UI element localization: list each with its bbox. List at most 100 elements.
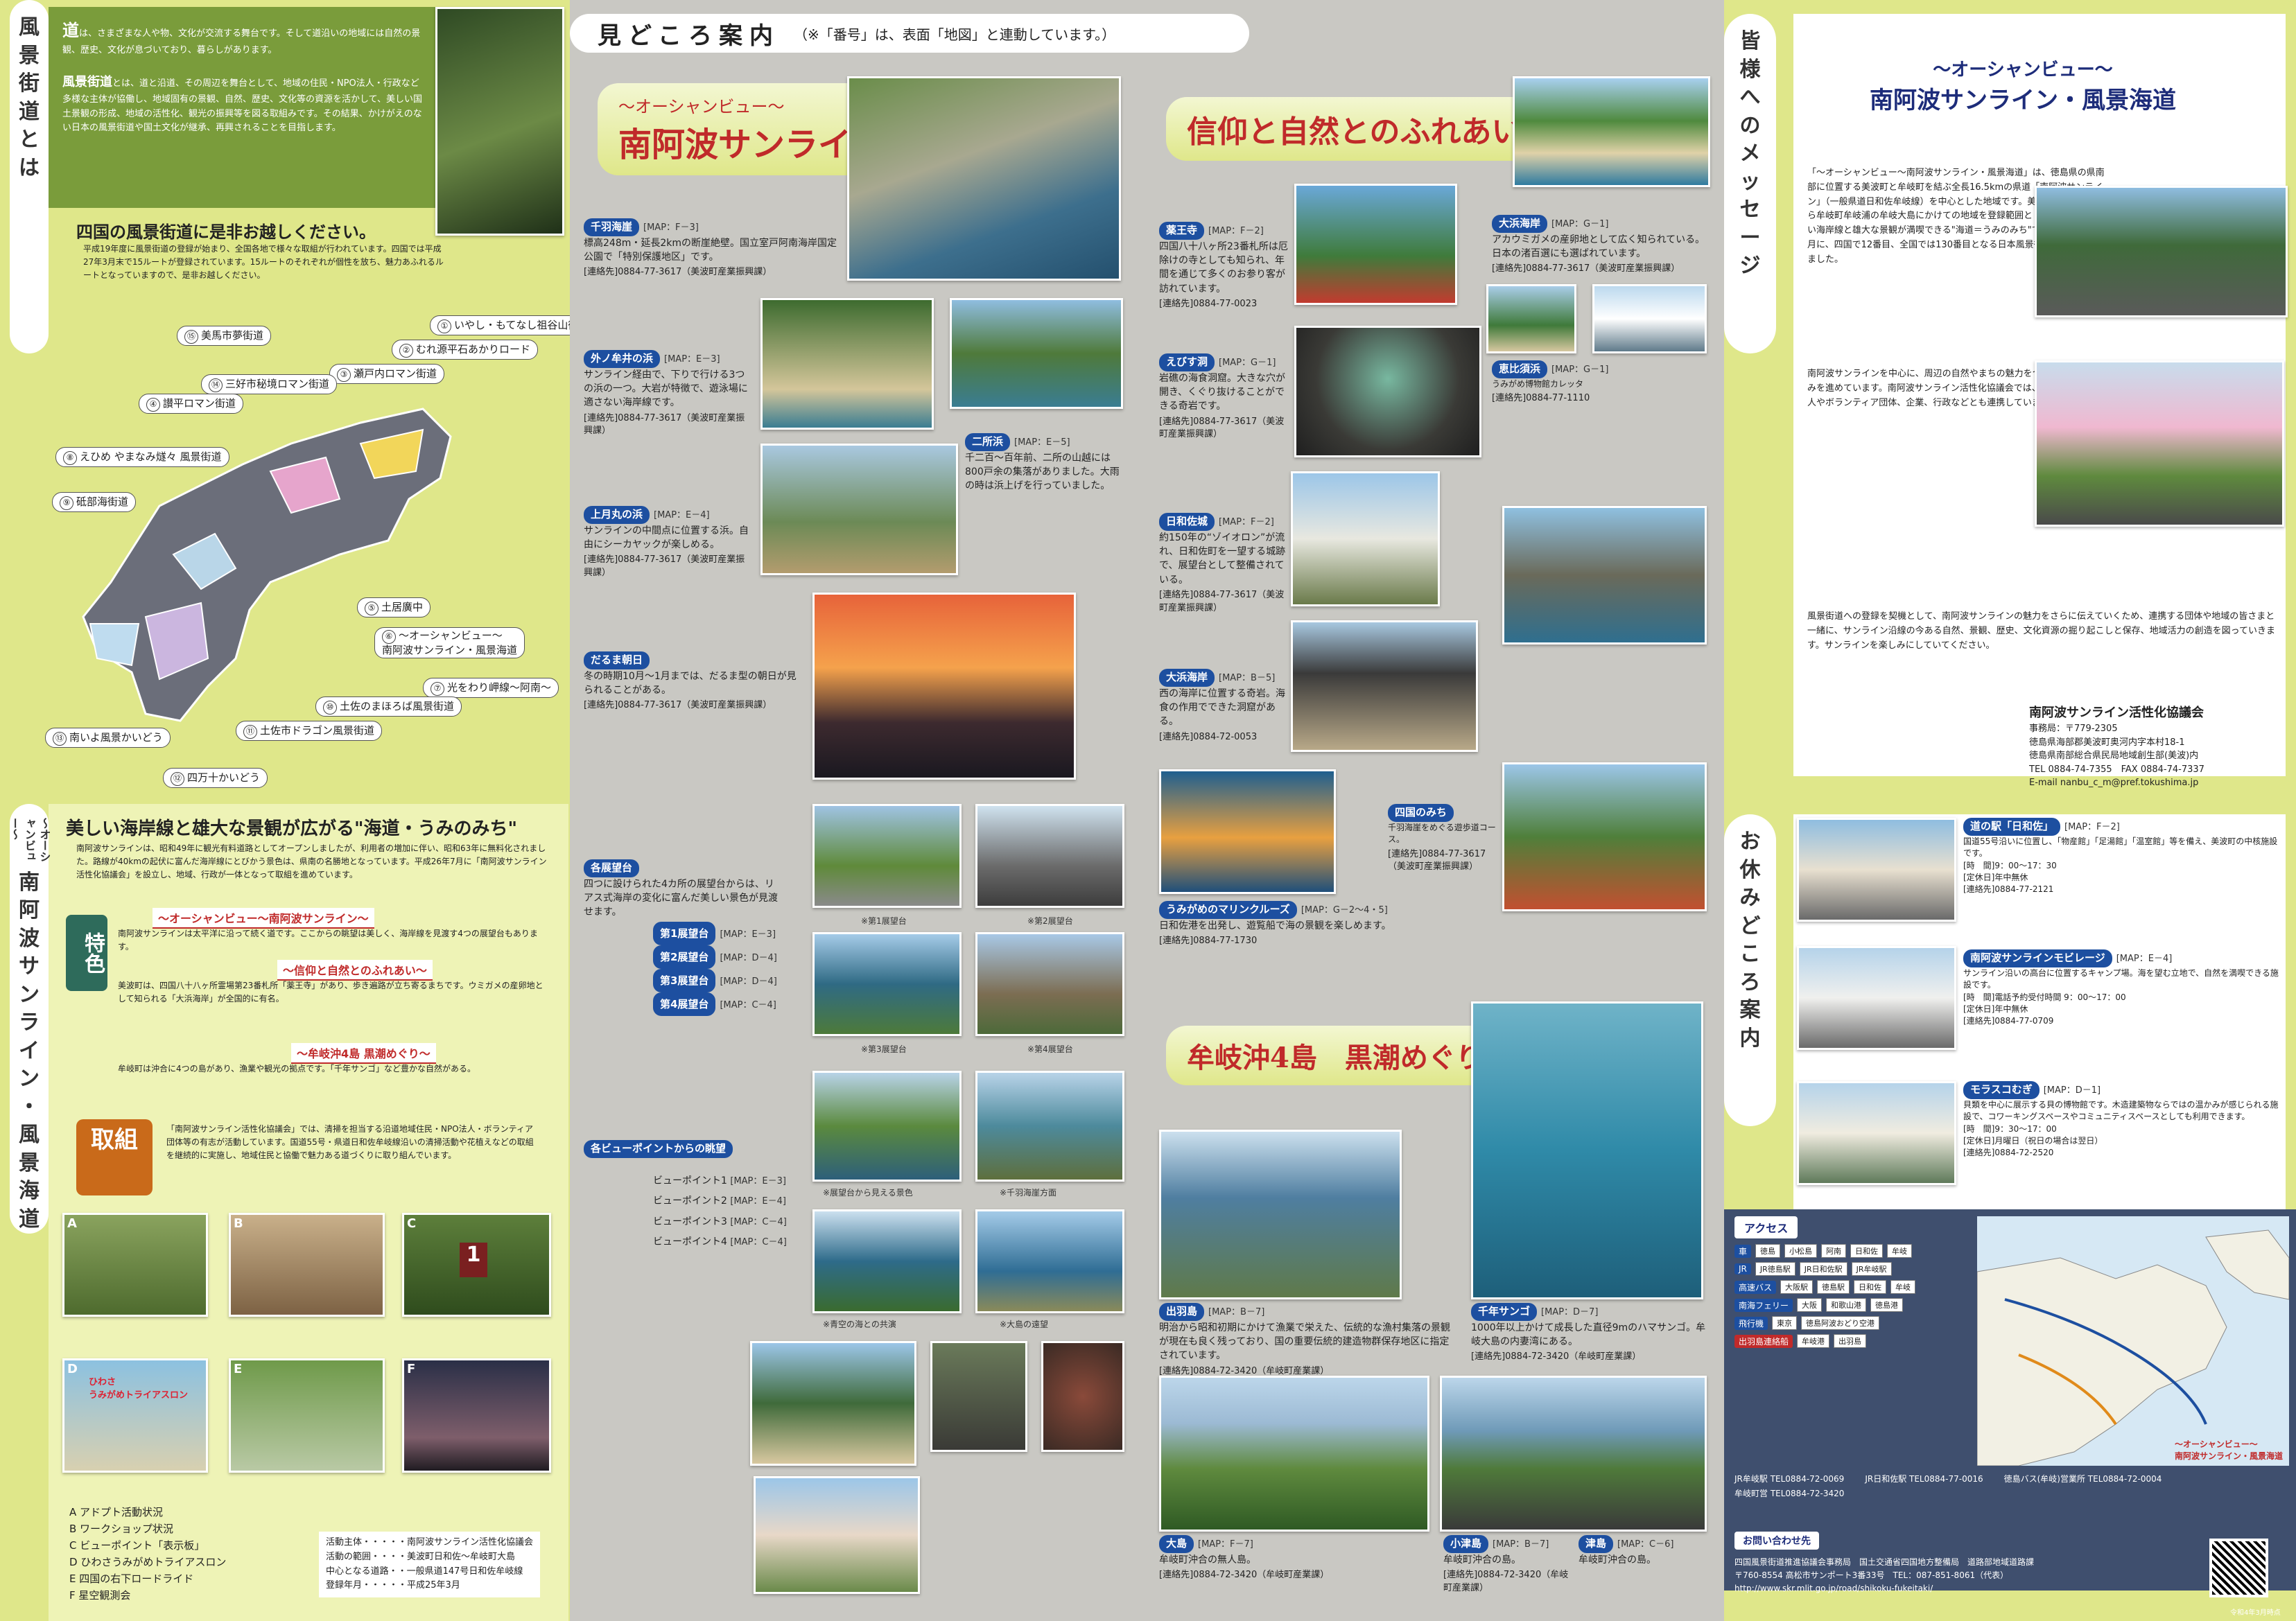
rest-hours: [時 間]9：30～17：00 xyxy=(1963,1123,2057,1134)
route-pill-sunline[interactable]: ⑥ ～オーシャンビュー～ 南阿波サンライン・風景海道 xyxy=(374,627,525,658)
inquiry-address: 〒760-8554 高松市サンポート3番33号 TEL：087-851-8061… xyxy=(1734,1570,2009,1581)
route-pill-14[interactable]: ⑭ 三好市秘境ロマン街道 xyxy=(201,374,338,394)
access-mode: 出羽島連絡船 xyxy=(1734,1334,1793,1348)
spot-badge: だるま朝日 xyxy=(584,651,650,669)
access-row: 出羽島連絡船 牟岐港 出羽島 xyxy=(1734,1334,1963,1348)
observatory-item: 第3展望台 xyxy=(653,969,716,992)
route-num: ⑦ xyxy=(430,682,444,696)
rest-contact: [連絡先]0884-77-2121 xyxy=(1963,884,2054,895)
triathlon-sign: ひわさ うみがめトライアスロン xyxy=(89,1374,188,1401)
spot-map: [MAP：D－7] xyxy=(1541,1307,1599,1317)
council-email[interactable]: E-mail nanbu_c_m@pref.tokushima.jp xyxy=(2029,776,2286,790)
vbar-char: 内 xyxy=(1739,1026,1761,1051)
rest-3: モラスコむぎ [MAP：D－1] 貝類を中心に展示する貝の博物館です。木造建築物な… xyxy=(1963,1081,2282,1159)
observatory-block: 各展望台 四つに設けられた4カ所の展望台からは、リアス式海岸の変化に富んだ美しい… xyxy=(584,859,778,920)
route-pill-11[interactable]: ⑪ 土佐市ドラゴン風景街道 xyxy=(236,721,383,741)
route-pill-8[interactable]: ⑧ えひめ やまなみ燧々 風景街道 xyxy=(55,447,229,467)
map-region xyxy=(89,623,140,667)
coast-text: 南阿波サンラインは、昭和49年に観光有料道路としてオープンしましたが、利用者の増… xyxy=(76,843,547,880)
vbar-char: ど xyxy=(1739,913,1761,938)
section-note: （※「番号」は、表面「地図」と連動しています。） xyxy=(793,26,1116,43)
vbar-char: こ xyxy=(1739,942,1761,966)
hiker-photo xyxy=(1502,762,1707,911)
rest-badge: 道の駅「日和佐」 xyxy=(1963,818,2061,836)
vbar-char: は xyxy=(19,155,40,180)
access-stop: JR牟岐駅 xyxy=(1851,1262,1892,1276)
access-stop: 牟岐 xyxy=(1890,1280,1916,1294)
route-num: ⑮ xyxy=(184,330,198,344)
route-pill-9[interactable]: ⑨ 砥部海街道 xyxy=(52,492,137,512)
spot-contact: [連絡先]0884-77-3617（美波町産業振興課） xyxy=(584,554,745,579)
spot-badge: 大島 xyxy=(1159,1535,1194,1553)
obs-caption: ※第3展望台 xyxy=(861,1044,907,1054)
spot-text: 冬の時期10月～1月までは、だるま型の朝日が見られることがある。 xyxy=(584,670,797,696)
sunline-main: 南阿波サンライン xyxy=(618,125,885,164)
route-pill-2[interactable]: ② むれ源平石あかりロード xyxy=(392,340,539,360)
spot-map: [MAP：B－7] xyxy=(1208,1307,1265,1317)
vp-caption: ※青空の海との共演 xyxy=(823,1320,896,1329)
inquiry-url[interactable]: http://www.skr.mlit.go.jp/road/shikoku-f… xyxy=(1734,1582,2137,1595)
oshima-photo xyxy=(1159,1376,1429,1532)
viewpoint-item: ビューポイント2 xyxy=(653,1195,727,1207)
spot-map: [MAP：E－4] xyxy=(654,510,710,520)
yakuoji-photo xyxy=(1294,184,1457,305)
spot-badge: 小津島 xyxy=(1443,1535,1489,1553)
route-name: 土佐市ドラゴン風景街道 xyxy=(260,724,375,737)
legend-item: D ひわさうみがめトライアスロン xyxy=(69,1556,227,1568)
rest-map: [MAP：D－1] xyxy=(2043,1085,2101,1096)
route-num: ⑫ xyxy=(171,772,184,786)
vbar-char: メ xyxy=(1739,141,1761,166)
route-pill-12[interactable]: ⑫ 四万十かいどう xyxy=(163,768,268,788)
viewpoint-map: [MAP：C－4] xyxy=(730,1216,787,1227)
spot-contact: [連絡先]0884-72-0053 xyxy=(1159,731,1258,742)
effort-text: 「南阿波サンライン活性化協議会」では、清掃を担当する沿道地域住民・NPO法人・ボ… xyxy=(166,1124,534,1161)
caretta-photo xyxy=(1592,284,1707,353)
route-num: ⑤ xyxy=(365,602,379,615)
route-name: 光をわり岬線～阿南～ xyxy=(447,681,552,694)
council-address: 徳島県海部郡美波町奥河内字本村18-1 xyxy=(2029,737,2185,748)
legend-item: F 星空観測会 xyxy=(69,1589,131,1602)
spot-map: [MAP：B－7] xyxy=(1493,1539,1549,1550)
obs-caption: ※第2展望台 xyxy=(1027,916,1073,926)
route-num: ⑧ xyxy=(63,451,77,465)
access-stop: 徳島港 xyxy=(1870,1298,1904,1312)
route-num: ⑬ xyxy=(53,732,67,746)
spot-badge: 日和佐城 xyxy=(1159,513,1215,531)
access-tel-item: 牟岐町営 TEL0884-72-3420 xyxy=(1734,1489,1845,1498)
stone-photo xyxy=(1041,1341,1124,1452)
access-row: 高速バス 大阪駅 徳島駅 日和佐 牟岐 xyxy=(1734,1280,1963,1294)
photo-f: F xyxy=(402,1358,551,1473)
spot-contact: [連絡先]0884-77-3617（美波町産業振興課） xyxy=(584,412,745,437)
feature-head-3: ～牟岐沖4島 黒潮めぐり～ xyxy=(291,1043,436,1064)
vbar-char: 案 xyxy=(1739,998,1761,1022)
route-pill-3[interactable]: ③ 瀬戸内ロマン街道 xyxy=(329,364,445,384)
access-mode: 車 xyxy=(1734,1244,1752,1258)
access-stop: 日和佐 xyxy=(1854,1280,1887,1294)
obs-photo-2 xyxy=(975,804,1124,908)
route-pill-10[interactable]: ⑩ 土佐のまほろば風景街道 xyxy=(315,696,462,717)
issue-date: 令和4年3月時点 xyxy=(2230,1609,2281,1617)
rest-text: 国道55号沿いに位置し、「物産館」「足湯館」「温室館」等を備え、美波町の中核施設… xyxy=(1963,836,2278,859)
route-pill-4[interactable]: ④ 讃平ロマン街道 xyxy=(139,394,244,414)
obs-caption: ※第4展望台 xyxy=(1027,1044,1073,1054)
spot-text: 牟岐町沖合の島。 xyxy=(1443,1554,1521,1566)
feature-head-1: ～オーシャンビュー～南阿波サンライン～ xyxy=(153,908,374,929)
qr-code[interactable] xyxy=(2209,1539,2268,1597)
route-pill-13[interactable]: ⑬ 南いよ風景かいどう xyxy=(45,728,171,748)
access-tel-item: JR牟岐駅 TEL0884-72-0069 xyxy=(1734,1474,1845,1484)
spot-text: 千二百～百年前、二所の山越には800戸余の集落がありました。大雨の時は浜上げを行… xyxy=(965,452,1120,492)
route-name: えひめ やまなみ燧々 風景街道 xyxy=(80,450,222,463)
feature-text-3: 牟岐町は沖合に4つの島があり、漁業や観光の拠点です。「千年サンゴ」など豊かな自然… xyxy=(118,1064,476,1074)
route-pill-5[interactable]: ⑤ 土居廣中 xyxy=(357,597,431,617)
spot-7: えびす洞 [MAP：G－1] 岩礁の海食洞窟。大きな穴が開き、くぐり抜けることがで… xyxy=(1159,353,1291,441)
message-title-text: 南阿波サンライン・風景海道 xyxy=(1870,87,2176,114)
org-info: 活動主体・・・・・南阿波サンライン活性化協議会 活動の範囲・・・・美波町日和佐～… xyxy=(319,1532,541,1598)
route-num: ① xyxy=(437,319,451,333)
spot-badge: えびす洞 xyxy=(1159,353,1215,371)
route-pill-7[interactable]: ⑦ 光をわり岬線～阿南～ xyxy=(423,678,559,698)
photo-letter: D xyxy=(67,1362,78,1376)
observatory-map: [MAP：D－4] xyxy=(720,953,777,963)
access-mode: 飛行機 xyxy=(1734,1316,1768,1330)
cave-photo xyxy=(930,1341,1027,1452)
route-pill-15[interactable]: ⑮ 美馬市夢街道 xyxy=(177,326,272,346)
